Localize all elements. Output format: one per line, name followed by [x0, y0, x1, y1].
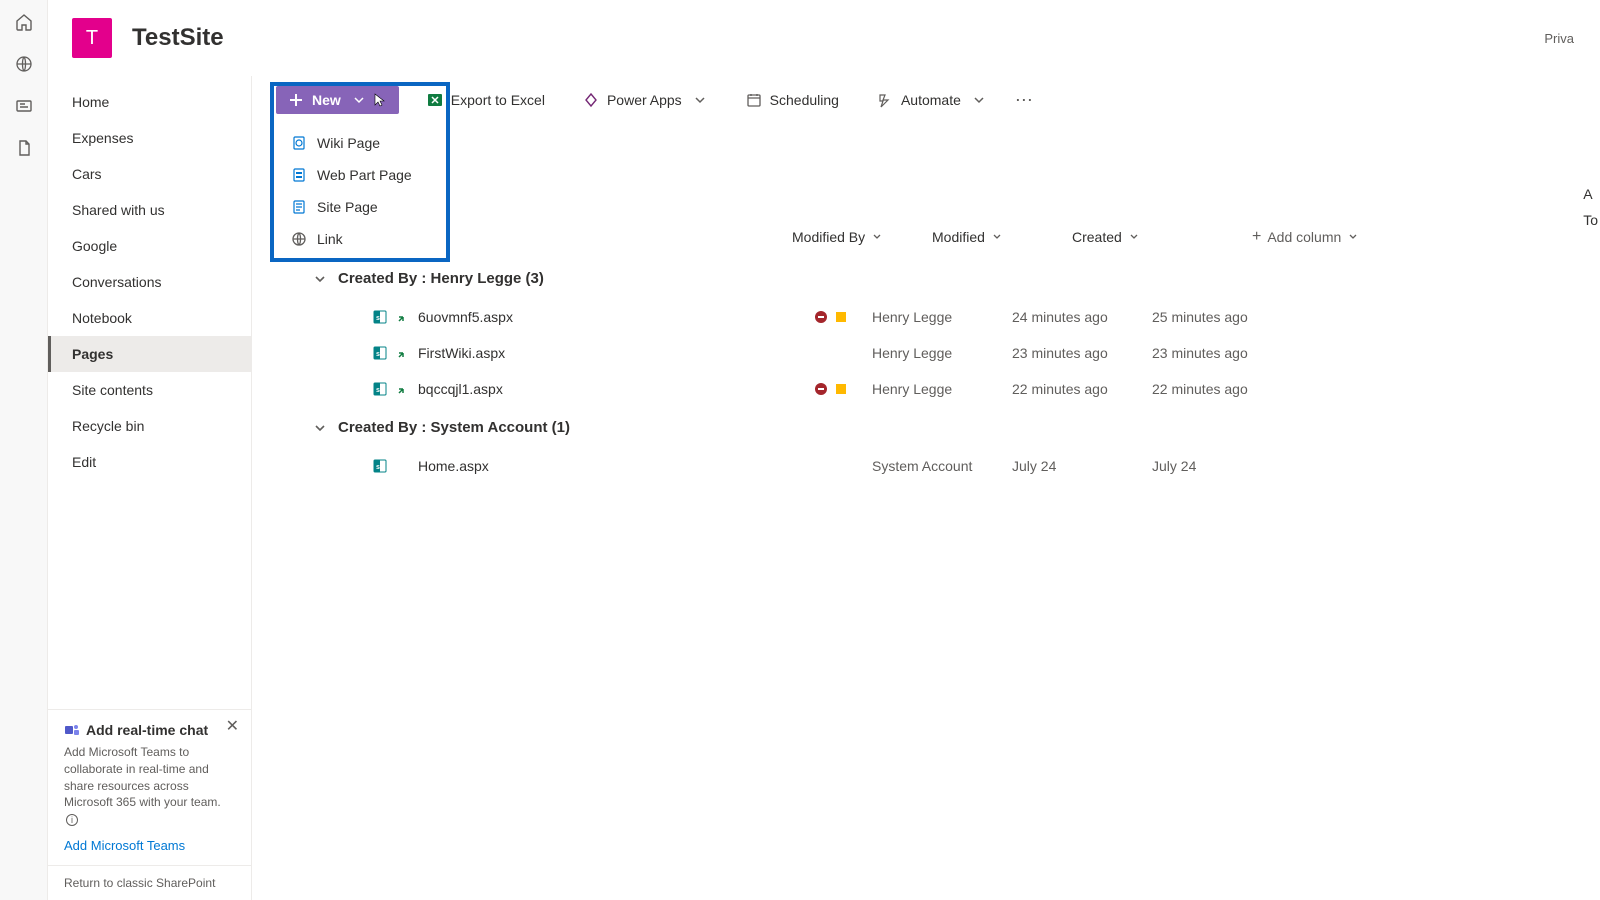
- modified-by-cell[interactable]: System Account: [872, 458, 1012, 474]
- powerapps-icon: [583, 92, 599, 108]
- new-menu-wiki-page[interactable]: Wiki Page: [277, 127, 443, 159]
- chevron-down-icon: [971, 92, 987, 108]
- created-cell: July 24: [1152, 458, 1332, 474]
- automate-button[interactable]: Automate: [867, 86, 997, 114]
- new-menu-web-part-page[interactable]: Web Part Page: [277, 159, 443, 191]
- new-button-label: New: [312, 92, 341, 108]
- table-row[interactable]: sbqccqjl1.aspxHenry Legge22 minutes ago2…: [252, 371, 1600, 407]
- teams-promo-title-text: Add real-time chat: [86, 722, 208, 738]
- file-name[interactable]: FirstWiki.aspx: [418, 345, 505, 361]
- more-button[interactable]: ⋯: [1015, 90, 1035, 111]
- automate-label: Automate: [901, 92, 961, 108]
- modified-by-cell[interactable]: Henry Legge: [872, 345, 1012, 361]
- add-column-button[interactable]: +Add column: [1252, 228, 1359, 246]
- right-stub-a: A: [1583, 186, 1598, 202]
- nav-item-pages[interactable]: Pages: [48, 336, 251, 372]
- nav-item-site-contents[interactable]: Site contents: [48, 372, 251, 408]
- export-excel-button[interactable]: Export to Excel: [417, 86, 555, 114]
- toolbar: New Export to Excel Power Apps: [252, 76, 1600, 124]
- calendar-icon: [746, 92, 762, 108]
- site-header: T TestSite Priva: [48, 0, 1600, 76]
- modified-cell: 24 minutes ago: [1012, 309, 1152, 325]
- table-row[interactable]: s 6uovmnf5.aspx Henry Legge24 minutes ago2…: [252, 299, 1600, 335]
- nav-item-cars[interactable]: Cars: [48, 156, 251, 192]
- add-teams-link[interactable]: Add Microsoft Teams: [64, 838, 235, 853]
- col-modified-by[interactable]: Modified By: [792, 229, 932, 245]
- new-menu-link[interactable]: Link: [277, 223, 443, 255]
- right-pane-stub: A To: [1583, 186, 1598, 238]
- svg-text:s: s: [376, 387, 380, 394]
- modified-by-cell[interactable]: Henry Legge: [872, 309, 1012, 325]
- excel-icon: [427, 92, 443, 108]
- news-icon[interactable]: [14, 96, 34, 116]
- nav-item-edit[interactable]: Edit: [48, 444, 251, 480]
- created-cell: 23 minutes ago: [1152, 345, 1332, 361]
- nav-item-expenses[interactable]: Expenses: [48, 120, 251, 156]
- new-button[interactable]: New: [276, 86, 399, 114]
- col-modified[interactable]: Modified: [932, 229, 1072, 245]
- col-created[interactable]: Created: [1072, 229, 1252, 245]
- side-nav: HomeExpensesCarsShared with usGoogleConv…: [48, 76, 252, 900]
- svg-text:s: s: [376, 464, 380, 471]
- new-dropdown: Wiki PageWeb Part PageSite PageLink: [276, 122, 444, 264]
- teams-icon: [64, 722, 80, 738]
- svg-text:s: s: [376, 315, 380, 322]
- close-icon[interactable]: ✕: [226, 716, 239, 736]
- home-icon[interactable]: [14, 12, 34, 32]
- scheduling-label: Scheduling: [770, 92, 839, 108]
- modified-cell: 23 minutes ago: [1012, 345, 1152, 361]
- content: New Export to Excel Power Apps: [252, 76, 1600, 900]
- site-title[interactable]: TestSite: [132, 24, 224, 52]
- table-row[interactable]: sFirstWiki.aspxHenry Legge23 minutes ago…: [252, 335, 1600, 371]
- chevron-down-icon: [351, 92, 367, 108]
- nav-item-home[interactable]: Home: [48, 84, 251, 120]
- right-stub-to: To: [1583, 212, 1598, 228]
- created-cell: 25 minutes ago: [1152, 309, 1332, 325]
- chevron-down-icon: [692, 92, 708, 108]
- nav-item-conversations[interactable]: Conversations: [48, 264, 251, 300]
- classic-link[interactable]: Return to classic SharePoint: [48, 865, 251, 900]
- created-cell: 22 minutes ago: [1152, 381, 1332, 397]
- teams-promo-title: Add real-time chat: [64, 722, 235, 738]
- nav-item-recycle-bin[interactable]: Recycle bin: [48, 408, 251, 444]
- plus-icon: [288, 92, 304, 108]
- new-menu-site-page[interactable]: Site Page: [277, 191, 443, 223]
- chevron-down-icon[interactable]: [312, 271, 328, 287]
- teams-promo-body: Add Microsoft Teams to collaborate in re…: [64, 744, 235, 828]
- nav-item-shared-with-us[interactable]: Shared with us: [48, 192, 251, 228]
- main-area: T TestSite Priva HomeExpensesCarsShared …: [48, 0, 1600, 900]
- info-icon[interactable]: i: [66, 814, 78, 826]
- table-row[interactable]: sHome.aspxSystem AccountJuly 24July 24: [252, 448, 1600, 484]
- nav-item-google[interactable]: Google: [48, 228, 251, 264]
- privacy-label: Priva: [1544, 31, 1576, 46]
- modified-cell: July 24: [1012, 458, 1152, 474]
- file-name[interactable]: bqccqjl1.aspx: [418, 381, 503, 397]
- export-label: Export to Excel: [451, 92, 545, 108]
- svg-text:s: s: [376, 351, 380, 358]
- site-logo[interactable]: T: [72, 18, 112, 58]
- group-header[interactable]: Created By : System Account (1): [252, 407, 1600, 448]
- teams-promo: ✕ Add real-time chat Add Microsoft Teams…: [48, 709, 251, 865]
- chevron-down-icon[interactable]: [312, 420, 328, 436]
- globe-icon[interactable]: [14, 54, 34, 74]
- modified-by-cell[interactable]: Henry Legge: [872, 381, 1012, 397]
- powerapps-label: Power Apps: [607, 92, 682, 108]
- scheduling-button[interactable]: Scheduling: [736, 86, 849, 114]
- powerapps-button[interactable]: Power Apps: [573, 86, 718, 114]
- nav-item-notebook[interactable]: Notebook: [48, 300, 251, 336]
- flow-icon: [877, 92, 893, 108]
- file-icon[interactable]: [14, 138, 34, 158]
- file-name[interactable]: Home.aspx: [418, 458, 489, 474]
- file-name[interactable]: 6uovmnf5.aspx: [418, 309, 513, 325]
- app-bar: [0, 0, 48, 900]
- modified-cell: 22 minutes ago: [1012, 381, 1152, 397]
- cursor-icon: [371, 92, 387, 108]
- column-headers: Modified By Modified Created +Add column: [252, 220, 1600, 258]
- group-header[interactable]: Created By : Henry Legge (3): [252, 258, 1600, 299]
